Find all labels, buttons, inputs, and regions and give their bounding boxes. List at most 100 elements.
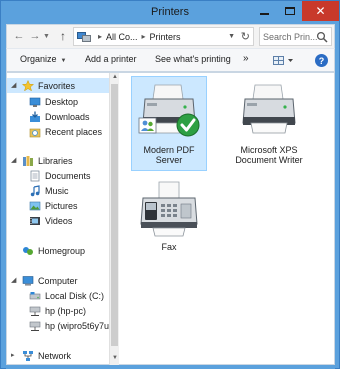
title-bar[interactable]: Printers ✕: [1, 1, 339, 25]
nav-label: Computer: [38, 275, 78, 286]
homegroup-icon: [23, 246, 33, 255]
default-printer-check-icon: [176, 113, 200, 137]
device-tile-microsoft-xps[interactable]: Microsoft XPS Document Writer: [231, 76, 307, 171]
refresh-icon[interactable]: ↻: [241, 30, 250, 43]
device-name: Fax: [161, 242, 177, 252]
up-arrow-icon: ↑: [60, 29, 66, 43]
collapse-arrow-icon[interactable]: ◢: [11, 156, 16, 164]
search-icon[interactable]: [316, 31, 328, 43]
pictures-icon: [29, 201, 41, 210]
nav-label: Recent places: [45, 126, 103, 137]
nav-network-drive-hp[interactable]: hp (hp-pc): [7, 303, 86, 318]
forward-arrow-icon: →: [29, 30, 41, 42]
nav-label: Favorites: [38, 80, 76, 91]
content-area: ◢ Favorites Desktop Downloads Recent pla…: [6, 72, 335, 365]
collapse-arrow-icon[interactable]: ◢: [11, 81, 16, 89]
nav-label: Network: [38, 350, 72, 361]
scroll-up-icon[interactable]: ▲: [111, 74, 119, 80]
address-dropdown-icon[interactable]: ▼: [228, 33, 235, 40]
chevron-down-icon: ▼: [43, 32, 50, 40]
nav-pictures[interactable]: Pictures: [7, 198, 78, 213]
navigation-pane: ◢ Favorites Desktop Downloads Recent pla…: [7, 73, 109, 365]
organize-label: Organize: [20, 54, 57, 64]
more-commands-button[interactable]: »: [243, 53, 249, 64]
nav-documents[interactable]: Documents: [7, 168, 91, 183]
recent-locations-button[interactable]: ▼: [42, 28, 51, 44]
window-bottom-edge: [6, 365, 335, 369]
desktop-icon: [29, 97, 41, 107]
nav-computer[interactable]: ◢ Computer: [7, 273, 78, 288]
fax-icon: [140, 181, 198, 237]
breadcrumb-printers[interactable]: Printers: [150, 32, 181, 42]
nav-videos[interactable]: Videos: [7, 213, 72, 228]
device-tile-modern-pdf-server[interactable]: Modern PDF Server: [131, 76, 207, 171]
nav-label: hp (hp-pc): [45, 305, 87, 316]
address-toolbar: ← → ▼ ↑ ▸ All Co... ▸ Printers ▼ ↻: [6, 24, 335, 48]
nav-label: Downloads: [45, 111, 90, 122]
nav-downloads[interactable]: Downloads: [7, 109, 90, 124]
breadcrumb-all-control-panel[interactable]: All Co...: [106, 32, 138, 42]
maximize-button[interactable]: [277, 1, 302, 21]
network-drive-icon: [29, 321, 41, 331]
search-input[interactable]: [263, 30, 319, 43]
forward-button[interactable]: →: [27, 28, 43, 44]
libraries-icon: [23, 155, 33, 166]
up-button[interactable]: ↑: [55, 28, 71, 44]
printer-icon: [138, 84, 200, 137]
nav-network[interactable]: ▸ Network: [7, 348, 71, 363]
see-whats-printing-button[interactable]: See what's printing: [155, 54, 231, 64]
videos-icon: [30, 216, 40, 225]
device-name: Microsoft XPS: [240, 145, 298, 155]
nav-scrollbar[interactable]: ▲ ▼: [109, 73, 119, 365]
scrollbar-thumb[interactable]: [111, 84, 118, 346]
nav-label: Desktop: [45, 96, 79, 107]
command-bar: Organize ▼ Add a printer See what's print…: [6, 48, 335, 72]
minimize-icon: [260, 12, 269, 15]
hard-disk-icon: [29, 291, 41, 299]
nav-homegroup[interactable]: Homegroup: [7, 243, 85, 258]
nav-label: Documents: [45, 170, 91, 181]
nav-label: Videos: [45, 215, 73, 226]
add-printer-button[interactable]: Add a printer: [85, 54, 137, 64]
downloads-icon: [30, 111, 40, 122]
close-icon: ✕: [315, 4, 326, 18]
minimize-button[interactable]: [252, 1, 277, 21]
search-box[interactable]: [259, 27, 332, 46]
printer-icon: [242, 84, 296, 134]
shared-users-icon: [138, 117, 157, 134]
close-button[interactable]: ✕: [302, 1, 339, 21]
device-name: Modern PDF: [143, 145, 195, 155]
nav-local-disk[interactable]: Local Disk (C:): [7, 288, 104, 303]
breadcrumb-separator-icon: ▸: [141, 32, 146, 41]
nav-network-drive-wipro[interactable]: hp (wipro5t6y7u8: [7, 318, 109, 333]
devices-pane: Modern PDF Server Microsoft XPS Document…: [120, 73, 335, 365]
nav-label: hp (wipro5t6y7u8: [45, 320, 109, 331]
nav-recent-places[interactable]: Recent places: [7, 124, 102, 139]
explorer-window: Printers ✕ ← → ▼ ↑ ▸ All Co... ▸ Printer…: [0, 0, 340, 369]
device-tile-fax[interactable]: Fax: [131, 177, 207, 272]
documents-icon: [30, 170, 40, 181]
address-bar[interactable]: ▸ All Co... ▸ Printers ▼ ↻: [73, 27, 254, 46]
device-name-line2: Server: [155, 155, 183, 165]
back-button[interactable]: ←: [11, 28, 27, 44]
organize-button[interactable]: Organize ▼: [20, 54, 66, 64]
back-arrow-icon: ←: [13, 30, 25, 42]
device-name-line2: Document Writer: [235, 155, 303, 165]
nav-label: Music: [45, 185, 69, 196]
nav-favorites[interactable]: ◢ Favorites: [7, 78, 109, 93]
star-icon: [22, 79, 34, 91]
network-icon: [23, 350, 33, 361]
nav-music[interactable]: Music: [7, 183, 69, 198]
change-view-icon[interactable]: [272, 54, 296, 67]
computer-icon: [22, 275, 34, 286]
expand-arrow-icon[interactable]: ▸: [11, 351, 15, 359]
network-drive-icon: [29, 306, 41, 316]
scroll-down-icon[interactable]: ▼: [111, 355, 119, 361]
nav-label: Homegroup: [38, 245, 86, 256]
nav-libraries[interactable]: ◢ Libraries: [7, 153, 73, 168]
collapse-arrow-icon[interactable]: ◢: [11, 276, 16, 284]
nav-label: Local Disk (C:): [45, 290, 105, 301]
help-icon[interactable]: ?: [315, 54, 328, 67]
music-icon: [30, 184, 40, 196]
nav-desktop[interactable]: Desktop: [7, 94, 78, 109]
